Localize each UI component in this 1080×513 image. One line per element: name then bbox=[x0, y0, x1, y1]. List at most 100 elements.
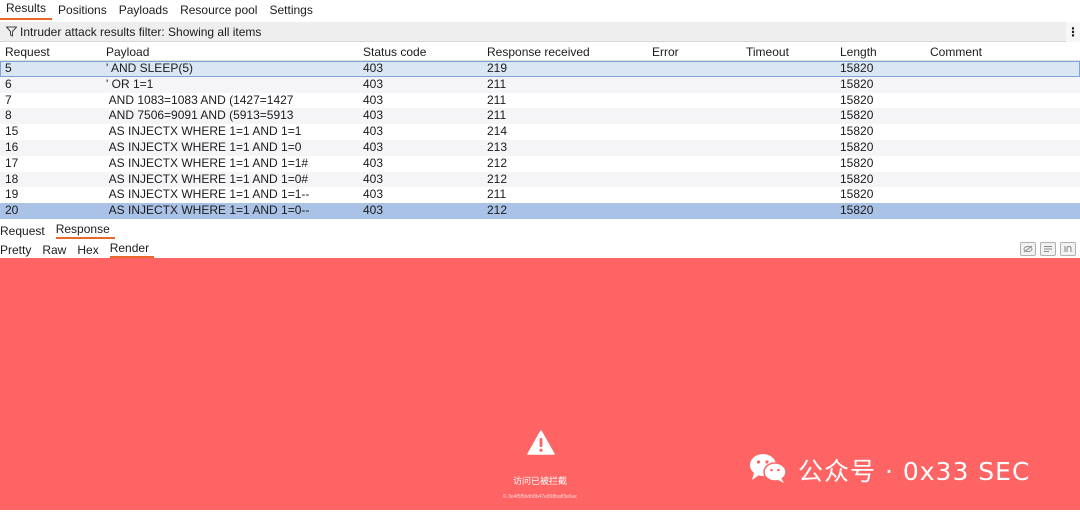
cell-status-code: 403 bbox=[363, 155, 384, 170]
cell-timeout bbox=[741, 187, 835, 203]
cell-status-code: 403 bbox=[363, 61, 384, 75]
cell-response-received: 211 bbox=[487, 187, 507, 202]
table-row[interactable]: 6 ' OR 1=1 403 211 15820 bbox=[0, 76, 1080, 93]
cell-comment bbox=[925, 108, 1080, 124]
cell-comment bbox=[925, 156, 1080, 172]
column-header-length[interactable]: Length bbox=[835, 44, 925, 60]
cell-status-code: 403 bbox=[363, 187, 384, 202]
column-header-response-received[interactable]: Response received bbox=[482, 44, 647, 60]
cell-length: 15820 bbox=[840, 108, 874, 123]
view-options bbox=[1020, 242, 1076, 256]
cell-status-code: 403 bbox=[363, 124, 384, 139]
cell-timeout bbox=[741, 124, 835, 140]
tab-results[interactable]: Results bbox=[0, 1, 53, 20]
table-header: Request Payload Status code Response rec… bbox=[0, 44, 1080, 61]
tab-settings[interactable]: Settings bbox=[263, 3, 318, 20]
cell-error bbox=[647, 172, 741, 188]
newline-icon[interactable] bbox=[1060, 242, 1076, 256]
cell-payload: ' OR 1=1 bbox=[106, 76, 154, 91]
cell-error bbox=[647, 156, 741, 172]
cell-response-received: 211 bbox=[487, 76, 507, 91]
table-row[interactable]: 5 ' AND SLEEP(5) 403 219 15820 bbox=[0, 61, 1080, 77]
cell-status-code: 403 bbox=[363, 171, 384, 186]
cell-payload: AND 7506=9091 AND (5913=5913 bbox=[106, 108, 294, 123]
cell-error bbox=[647, 61, 741, 77]
cell-request: 18 bbox=[5, 171, 19, 186]
cell-request: 17 bbox=[5, 155, 19, 170]
table-body: 5 ' AND SLEEP(5) 403 219 15820 6 ' OR 1=1 403 21… bbox=[0, 61, 1080, 219]
cell-length: 15820 bbox=[840, 139, 874, 154]
cell-status-code: 403 bbox=[363, 108, 384, 123]
column-header-payload[interactable]: Payload bbox=[101, 44, 358, 60]
cell-timeout bbox=[741, 93, 835, 109]
wechat-icon bbox=[748, 451, 788, 488]
tab-resource-pool[interactable]: Resource pool bbox=[174, 3, 263, 20]
cell-status-code: 403 bbox=[363, 203, 384, 218]
cell-error bbox=[647, 77, 741, 93]
warning-icon bbox=[527, 430, 555, 456]
cell-length: 15820 bbox=[840, 92, 874, 107]
cell-length: 15820 bbox=[840, 155, 874, 170]
cell-error bbox=[647, 140, 741, 156]
cell-length: 15820 bbox=[840, 171, 874, 186]
tab-hex[interactable]: Hex bbox=[77, 243, 103, 258]
cell-request: 20 bbox=[5, 203, 19, 218]
cell-comment bbox=[925, 61, 1080, 77]
column-header-request[interactable]: Request bbox=[0, 44, 101, 60]
cell-payload: ' AND SLEEP(5) bbox=[106, 61, 193, 75]
column-header-error[interactable]: Error bbox=[647, 44, 741, 60]
cell-status-code: 403 bbox=[363, 139, 384, 154]
cell-length: 15820 bbox=[840, 187, 874, 202]
cell-payload: AS INJECTX WHERE 1=1 AND 1=1# bbox=[106, 155, 309, 170]
cell-comment bbox=[925, 140, 1080, 156]
cell-response-received: 219 bbox=[487, 61, 508, 75]
wrap-lines-icon[interactable] bbox=[1040, 242, 1056, 256]
cell-error bbox=[647, 108, 741, 124]
tab-positions[interactable]: Positions bbox=[52, 3, 113, 20]
results-table: Request Payload Status code Response rec… bbox=[0, 44, 1080, 219]
cell-payload: AS INJECTX WHERE 1=1 AND 1=0-- bbox=[106, 203, 310, 218]
cell-timeout bbox=[741, 108, 835, 124]
table-row[interactable]: 19 AS INJECTX WHERE 1=1 AND 1=1-- 403 211 1… bbox=[0, 187, 1080, 203]
watermark: 公众号 · 0x33 SEC bbox=[748, 451, 1030, 488]
table-row[interactable]: 18 AS INJECTX WHERE 1=1 AND 1=0# 403 212 15… bbox=[0, 171, 1080, 188]
tab-payloads[interactable]: Payloads bbox=[113, 3, 174, 20]
table-row[interactable]: 8 AND 7506=9091 AND (5913=5913 403 211 1582… bbox=[0, 108, 1080, 125]
cell-request: 8 bbox=[5, 108, 12, 123]
cell-comment bbox=[925, 124, 1080, 140]
table-row[interactable]: 15 AS INJECTX WHERE 1=1 AND 1=1 403 214 158… bbox=[0, 124, 1080, 140]
cell-request: 5 bbox=[5, 61, 12, 75]
cell-response-received: 212 bbox=[487, 171, 508, 186]
table-row[interactable]: 7 AND 1083=1083 AND (1427=1427 403 211 1582… bbox=[0, 93, 1080, 109]
cell-request: 16 bbox=[5, 139, 19, 154]
cell-error bbox=[647, 93, 741, 109]
hide-icon[interactable] bbox=[1020, 242, 1036, 256]
tab-pretty[interactable]: Pretty bbox=[0, 243, 36, 258]
cell-timeout bbox=[741, 203, 835, 219]
cell-comment bbox=[925, 93, 1080, 109]
cell-timeout bbox=[741, 140, 835, 156]
cell-comment bbox=[925, 172, 1080, 188]
results-filter-bar[interactable]: Intruder attack results filter: Showing … bbox=[0, 22, 1080, 42]
table-row[interactable]: 17 AS INJECTX WHERE 1=1 AND 1=1# 403 212 15… bbox=[0, 156, 1080, 172]
more-options-icon[interactable]: ⋮ bbox=[1066, 22, 1080, 42]
cell-comment bbox=[925, 77, 1080, 93]
tab-render[interactable]: Render bbox=[109, 241, 155, 258]
column-header-status-code[interactable]: Status code bbox=[358, 44, 482, 60]
column-header-comment[interactable]: Comment bbox=[925, 44, 1080, 60]
render-panel: 访问已被拦截 © 3e4f5f5bdb8b47e898baff3e6ac 公众号… bbox=[0, 258, 1080, 510]
cell-request: 19 bbox=[5, 187, 19, 202]
tab-request[interactable]: Request bbox=[0, 224, 50, 239]
cell-status-code: 403 bbox=[363, 76, 384, 91]
table-row[interactable]: 20 AS INJECTX WHERE 1=1 AND 1=0-- 403 212 1… bbox=[0, 203, 1080, 219]
tab-response[interactable]: Response bbox=[55, 222, 115, 239]
cell-timeout bbox=[741, 172, 835, 188]
column-header-timeout[interactable]: Timeout bbox=[741, 44, 835, 60]
cell-error bbox=[647, 187, 741, 203]
filter-icon bbox=[2, 23, 20, 41]
cell-response-received: 213 bbox=[487, 139, 508, 154]
table-row[interactable]: 16 AS INJECTX WHERE 1=1 AND 1=0 403 213 158… bbox=[0, 139, 1080, 156]
cell-request: 7 bbox=[5, 92, 12, 107]
cell-response-received: 212 bbox=[487, 155, 508, 170]
tab-raw[interactable]: Raw bbox=[42, 243, 71, 258]
